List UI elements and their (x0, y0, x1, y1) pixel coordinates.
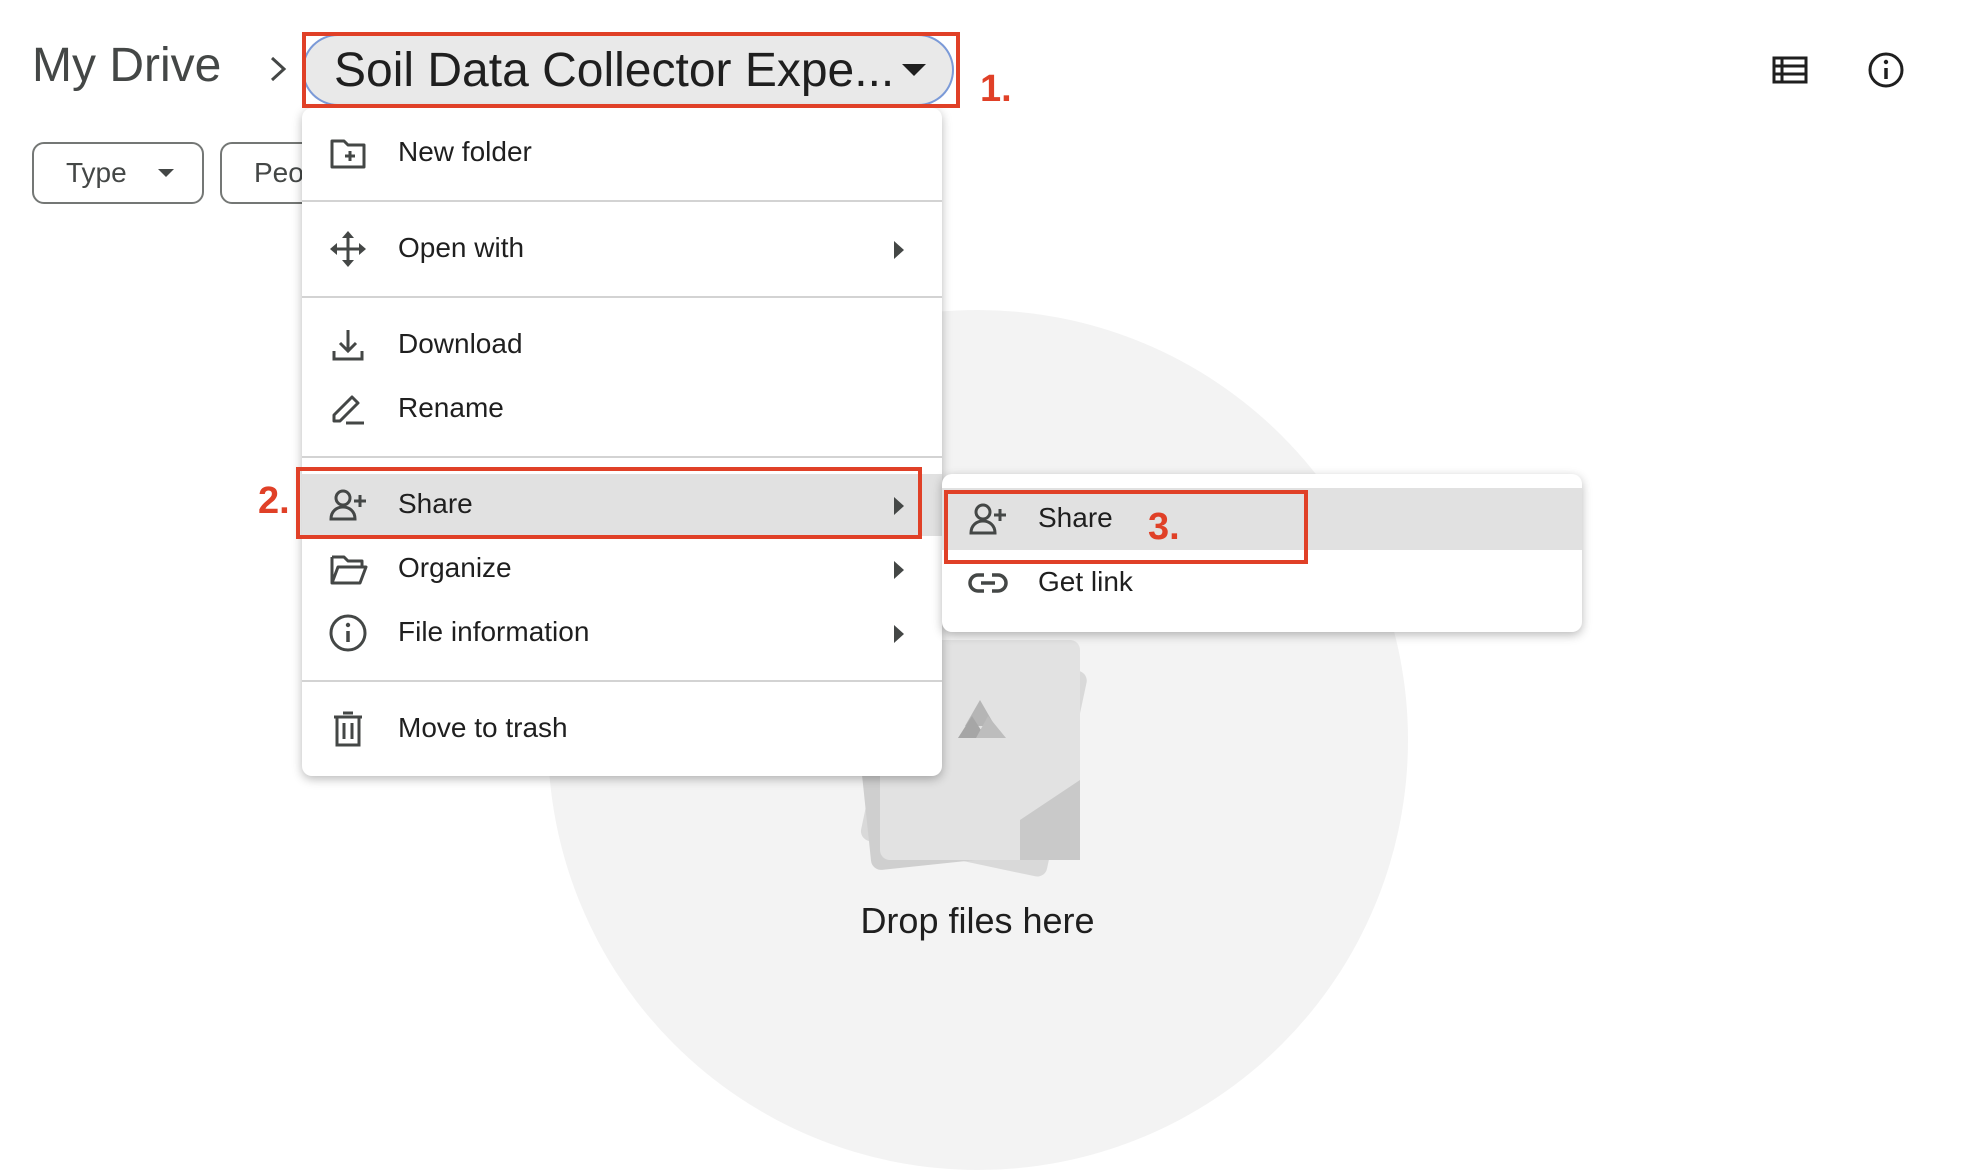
submenu-arrow-icon (894, 241, 904, 259)
menu-item-organize[interactable]: Organize (302, 538, 942, 600)
menu-item-open-with[interactable]: Open with (302, 218, 942, 280)
annotation-box-step2 (296, 467, 922, 539)
folder-open-icon (330, 555, 368, 585)
chevron-right-icon (270, 56, 287, 82)
submenu-item-label: Get link (1038, 566, 1133, 597)
menu-item-download[interactable]: Download (302, 314, 942, 376)
info-icon[interactable] (1866, 50, 1906, 90)
drop-files-text: Drop files here (860, 900, 1095, 941)
filter-type-chip[interactable]: Type (32, 142, 204, 204)
menu-divider (302, 200, 942, 202)
submenu-arrow-icon (894, 561, 904, 579)
download-icon (332, 330, 364, 361)
submenu-arrow-icon (894, 625, 904, 643)
rename-pencil-icon (332, 395, 364, 425)
menu-divider (302, 680, 942, 682)
menu-item-label: Download (398, 328, 523, 359)
annotation-label-step2: 2. (258, 480, 290, 522)
link-icon (968, 573, 1008, 593)
new-folder-icon (330, 139, 366, 169)
folder-context-menu: New folder Open with Download Rename Sha… (302, 108, 942, 776)
menu-item-new-folder[interactable]: New folder (302, 122, 942, 184)
menu-item-label: Rename (398, 392, 504, 423)
menu-item-label: Open with (398, 232, 525, 263)
menu-item-file-information[interactable]: File information (302, 602, 942, 664)
menu-item-move-to-trash[interactable]: Move to trash (302, 698, 942, 760)
caret-down-icon (158, 169, 174, 177)
menu-item-label: New folder (398, 136, 532, 167)
move-arrows-icon (330, 231, 366, 267)
filter-people-label: Peo (254, 157, 304, 188)
menu-divider (302, 296, 942, 298)
annotation-box-step3 (944, 490, 1308, 564)
menu-item-label: Organize (398, 552, 512, 583)
annotation-label-step1: 1. (980, 68, 1012, 110)
menu-divider (302, 456, 942, 458)
annotation-box-step1 (302, 32, 960, 108)
annotation-label-step3: 3. (1148, 506, 1180, 548)
menu-item-label: Move to trash (398, 712, 568, 743)
filter-type-label: Type (66, 157, 127, 188)
breadcrumb-my-drive[interactable]: My Drive (32, 38, 221, 93)
info-icon (329, 614, 367, 652)
menu-item-label: File information (398, 616, 590, 647)
menu-item-rename[interactable]: Rename (302, 378, 942, 440)
list-view-icon[interactable] (1770, 50, 1810, 90)
trash-icon (334, 711, 362, 747)
